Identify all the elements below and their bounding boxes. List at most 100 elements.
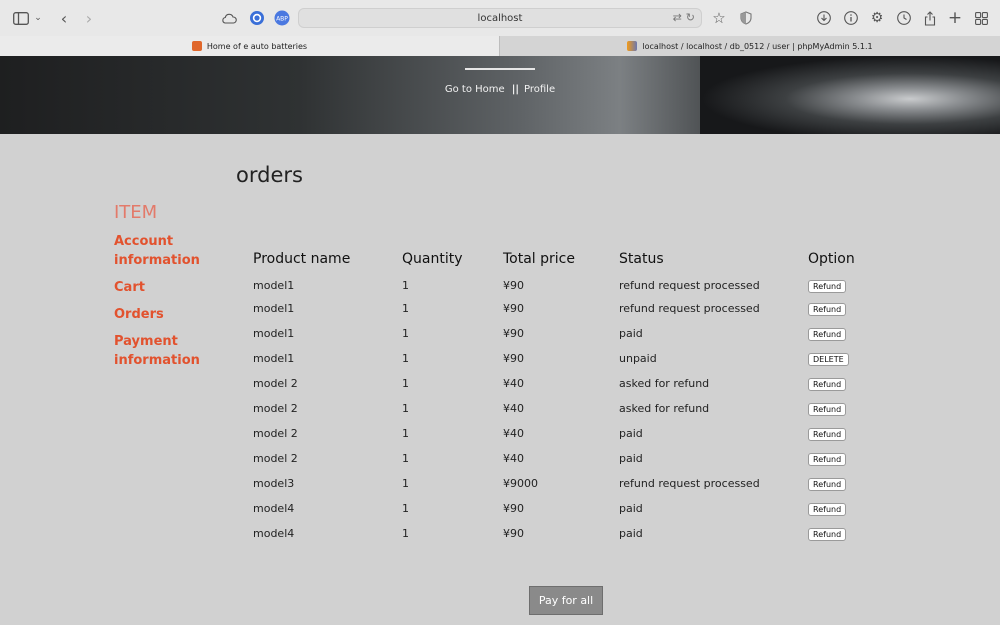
- tab-overview-icon[interactable]: [972, 9, 990, 27]
- cell-option: Refund: [808, 471, 868, 496]
- tab-home[interactable]: Home of e auto batteries: [0, 36, 499, 56]
- cell-product-name: model3: [253, 477, 295, 490]
- adblock-icon[interactable]: ABP: [273, 9, 291, 27]
- browser-toolbar: ⌄ ‹ › ABP localhost ⇄ ↻ ☆ ⚙ +: [0, 0, 1000, 36]
- header-option: Option: [808, 251, 855, 267]
- sidebar-item-orders[interactable]: Orders: [114, 305, 234, 324]
- cell-total-price: ¥40: [503, 452, 524, 465]
- cell-product-name: model4: [253, 527, 295, 540]
- refund-button[interactable]: Refund: [808, 527, 847, 541]
- table-row: model1 1 ¥90 refund request processed Refund: [253, 296, 868, 321]
- cell-total-price: ¥40: [503, 427, 524, 440]
- info-icon[interactable]: [842, 9, 860, 27]
- hero-divider: [465, 68, 535, 70]
- table-row: model1 1 ¥90 unpaid DELETE: [253, 346, 868, 371]
- refund-button[interactable]: Refund: [808, 377, 847, 391]
- cell-product-name: model1: [253, 352, 295, 365]
- header-total-price: Total price: [503, 251, 575, 267]
- orders-table: Product name Quantity Total price Status…: [253, 247, 868, 546]
- header-quantity: Quantity: [402, 251, 463, 267]
- cell-option: DELETE: [808, 346, 868, 371]
- cell-total-price: ¥90: [503, 327, 524, 340]
- refund-button[interactable]: Refund: [808, 402, 847, 416]
- cell-product-name: model1: [253, 279, 295, 292]
- translate-icon[interactable]: ⇄: [673, 11, 682, 24]
- sidebar-heading: ITEM: [114, 202, 158, 223]
- refund-button[interactable]: Refund: [808, 427, 847, 441]
- chevron-down-icon[interactable]: ⌄: [32, 9, 44, 27]
- gear-icon[interactable]: ⚙: [868, 9, 886, 27]
- cell-total-price: ¥90: [503, 352, 524, 365]
- cell-total-price: ¥90: [503, 527, 524, 540]
- go-to-home-link[interactable]: Go to Home: [445, 84, 505, 95]
- cell-status: refund request processed: [619, 279, 760, 292]
- cell-status: paid: [619, 502, 643, 515]
- hero-nav: Go to Home || Profile: [0, 84, 1000, 95]
- table-row: model 2 1 ¥40 paid Refund: [253, 446, 868, 471]
- refund-button[interactable]: Refund: [808, 279, 847, 293]
- cell-option: Refund: [808, 296, 868, 321]
- table-row: model4 1 ¥90 paid Refund: [253, 496, 868, 521]
- cell-product-name: model 2: [253, 377, 298, 390]
- forward-icon[interactable]: ›: [80, 9, 98, 28]
- refund-button[interactable]: Refund: [808, 502, 847, 516]
- table-row: model1 1 ¥90 refund request processed Refund: [253, 271, 868, 296]
- address-bar[interactable]: localhost ⇄ ↻: [298, 8, 702, 28]
- shield-icon[interactable]: [737, 9, 755, 27]
- cell-status: refund request processed: [619, 302, 760, 315]
- sidebar-toggle-icon[interactable]: [12, 9, 30, 27]
- adblock-label: ABP: [276, 16, 288, 23]
- cell-product-name: model 2: [253, 427, 298, 440]
- cell-quantity: 1: [402, 352, 409, 365]
- history-icon[interactable]: [895, 9, 913, 27]
- hero-banner: Go to Home || Profile: [0, 56, 1000, 134]
- cell-option: Refund: [808, 396, 868, 421]
- refund-button[interactable]: Refund: [808, 477, 847, 491]
- extension-icon[interactable]: [248, 9, 266, 27]
- cell-status: paid: [619, 452, 643, 465]
- car-headlight-image: [700, 56, 1000, 134]
- download-icon[interactable]: [815, 9, 833, 27]
- tab-home-label: Home of e auto batteries: [206, 41, 308, 51]
- cell-status: unpaid: [619, 352, 657, 365]
- share-icon[interactable]: [921, 9, 939, 27]
- cell-total-price: ¥90: [503, 502, 524, 515]
- table-row: model 2 1 ¥40 paid Refund: [253, 421, 868, 446]
- sidebar-item-account-information[interactable]: Account information: [114, 232, 234, 270]
- cell-status: asked for refund: [619, 402, 710, 415]
- site-favicon-icon: [191, 41, 202, 51]
- cell-status: refund request processed: [619, 477, 760, 490]
- table-row: model4 1 ¥90 paid Refund: [253, 521, 868, 546]
- cloud-icon[interactable]: [220, 9, 238, 27]
- tab-phpmyadmin[interactable]: localhost / localhost / db_0512 / user |…: [499, 36, 1000, 56]
- pay-for-all-button[interactable]: Pay for all: [529, 586, 603, 615]
- sidebar-item-cart[interactable]: Cart: [114, 278, 234, 297]
- reload-icon[interactable]: ↻: [686, 11, 695, 24]
- refund-button[interactable]: Refund: [808, 327, 847, 341]
- cell-option: Refund: [808, 521, 868, 546]
- cell-quantity: 1: [402, 527, 409, 540]
- page-title: orders: [236, 163, 303, 187]
- cell-product-name: model4: [253, 502, 295, 515]
- cell-quantity: 1: [402, 452, 409, 465]
- refund-button[interactable]: Refund: [808, 302, 847, 316]
- cell-quantity: 1: [402, 327, 409, 340]
- cell-quantity: 1: [402, 279, 409, 292]
- refund-button[interactable]: Refund: [808, 452, 847, 466]
- cell-product-name: model 2: [253, 452, 298, 465]
- cell-quantity: 1: [402, 502, 409, 515]
- bookmark-star-icon[interactable]: ☆: [710, 9, 728, 27]
- cell-status: paid: [619, 327, 643, 340]
- header-status: Status: [619, 251, 664, 267]
- delete-button[interactable]: DELETE: [808, 352, 849, 366]
- new-tab-icon[interactable]: +: [946, 8, 964, 28]
- cell-product-name: model1: [253, 327, 295, 340]
- cell-product-name: model 2: [253, 402, 298, 415]
- cell-quantity: 1: [402, 302, 409, 315]
- cell-option: Refund: [808, 496, 868, 521]
- cell-quantity: 1: [402, 477, 409, 490]
- back-icon[interactable]: ‹: [55, 9, 73, 28]
- sidebar-item-payment-information[interactable]: Payment information: [114, 332, 234, 370]
- profile-link[interactable]: Profile: [524, 84, 555, 95]
- cell-quantity: 1: [402, 427, 409, 440]
